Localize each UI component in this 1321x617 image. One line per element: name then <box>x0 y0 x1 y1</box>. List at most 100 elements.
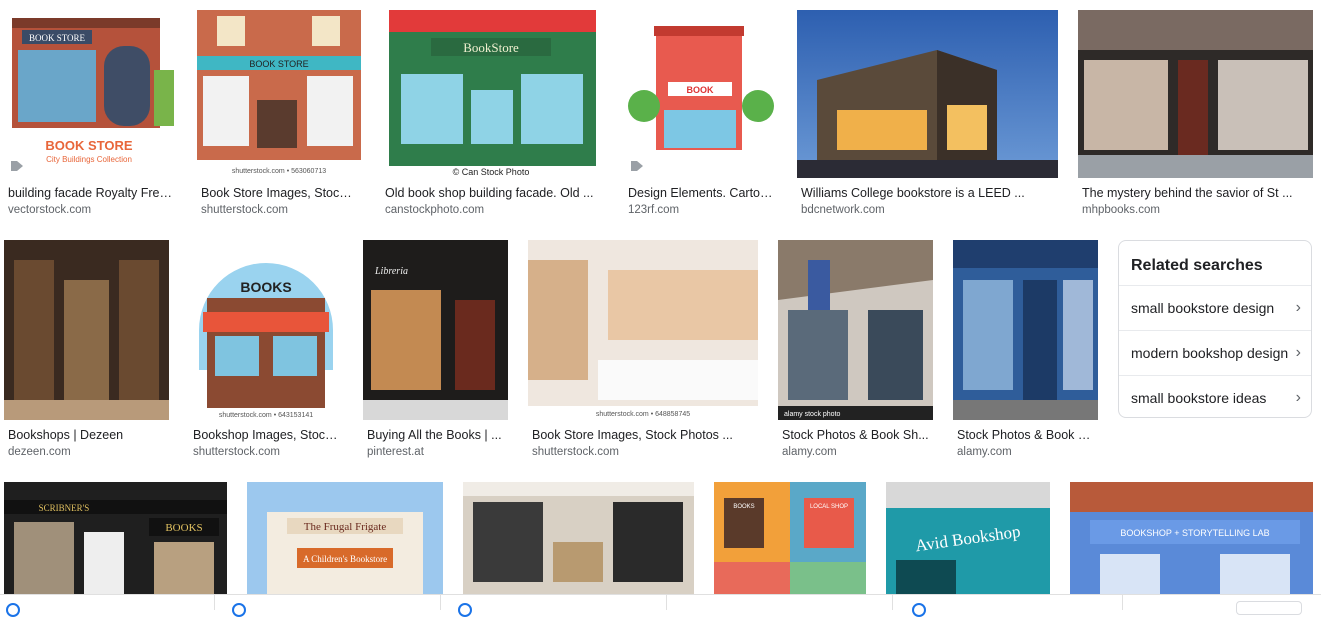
thumb-label: Libreria <box>374 266 408 277</box>
toolbar-segment <box>666 595 893 610</box>
related-search-label: small bookstore design <box>1131 300 1275 316</box>
thumb-label: BOOKSHOP + STORYTELLING LAB <box>1120 528 1269 538</box>
bookstore-facade-illustration: BOOK <box>624 10 777 178</box>
result-caption[interactable]: Old book shop building facade. Old ... <box>385 186 600 200</box>
result-source: alamy.com <box>957 446 1012 458</box>
image-result[interactable]: BOOKSHOP + STORYTELLING LAB <box>1070 482 1313 594</box>
result-caption[interactable]: building facade Royalty Free... <box>8 186 174 200</box>
modern-bookstore-photo <box>797 10 1058 178</box>
image-result[interactable]: BOOK STORE shutterstock.com • 563060713 … <box>197 10 361 220</box>
image-result[interactable]: BookStore © Can Stock Photo Old book sho… <box>381 10 604 220</box>
toolbar-segment <box>214 595 441 610</box>
thumb-sublabel: LOCAL SHOP <box>810 504 848 510</box>
image-result[interactable]: BOOKS shutterstock.com • 643153141 Books… <box>189 240 343 462</box>
image-result[interactable]: Libreria Buying All the Books | ... pint… <box>363 240 508 462</box>
result-source: shutterstock.com <box>193 446 280 458</box>
image-result[interactable]: BOOKS LOCAL SHOP <box>714 482 866 594</box>
thumb-label: BookStore <box>463 40 519 55</box>
loading-spinner-icon <box>912 603 926 617</box>
thumbnail[interactable]: BOOK STORE shutterstock.com • 563060713 <box>197 10 361 178</box>
related-search-item[interactable]: modern bookshop design › <box>1119 330 1311 375</box>
teal-bookshop-storefront-photo: Avid Bookshop <box>886 482 1050 594</box>
image-result[interactable]: Stock Photos & Book S... alamy.com <box>953 240 1098 462</box>
image-result[interactable]: shutterstock.com • 648858745 Book Store … <box>528 240 758 462</box>
result-caption[interactable]: Bookshop Images, Stock... <box>193 428 339 442</box>
thumbnail[interactable] <box>797 10 1058 178</box>
image-result[interactable]: BOOK STORE BOOK STORE City Buildings Col… <box>4 10 178 220</box>
result-caption[interactable]: Book Store Images, Stock ... <box>201 186 357 200</box>
bookshop-illustration: BOOKS shutterstock.com • 643153141 <box>189 240 343 420</box>
thumb-watermark: © Can Stock Photo <box>453 167 530 177</box>
result-source: bdcnetwork.com <box>801 204 885 216</box>
bookstore-facade-illustration: BOOK STORE BOOK STORE City Buildings Col… <box>4 10 178 178</box>
thumb-label: BOOKS <box>240 279 291 295</box>
thumbnail[interactable]: Avid Bookshop <box>886 482 1050 594</box>
toolbar-segment <box>0 595 215 610</box>
thumbnail[interactable]: BOOK <box>624 10 777 178</box>
result-caption[interactable]: Stock Photos & Book S... <box>957 428 1094 442</box>
thumbnail[interactable]: BOOKSHOP + STORYTELLING LAB <box>1070 482 1313 594</box>
thumbnail[interactable]: The Frugal Frigate A Children's Bookstor… <box>247 482 443 594</box>
thumbnail[interactable]: alamy stock photo <box>778 240 933 420</box>
chevron-right-icon: › <box>1295 299 1301 316</box>
result-source: shutterstock.com <box>201 204 288 216</box>
image-result[interactable]: alamy stock photo Stock Photos & Book Sh… <box>778 240 933 462</box>
image-result[interactable]: Williams College bookstore is a LEED ...… <box>797 10 1058 220</box>
bookshop-storefront-photo <box>1078 10 1313 178</box>
result-source: vectorstock.com <box>8 204 92 216</box>
thumb-sublabel: A Children's Bookstore <box>303 554 387 564</box>
result-caption[interactable]: Bookshops | Dezeen <box>8 428 165 442</box>
thumbnail[interactable] <box>463 482 694 594</box>
thumbnail[interactable]: BOOK STORE BOOK STORE City Buildings Col… <box>4 10 178 178</box>
image-result[interactable]: The Frugal Frigate A Children's Bookstor… <box>247 482 443 594</box>
thumb-watermark: shutterstock.com • 648858745 <box>596 411 690 418</box>
related-search-item[interactable]: small bookstore design › <box>1119 285 1311 330</box>
thumb-label: The Frugal Frigate <box>304 521 387 533</box>
shop-icons-illustration: BOOKS LOCAL SHOP <box>714 482 866 594</box>
thumbnail[interactable] <box>953 240 1098 420</box>
chevron-right-icon: › <box>1295 344 1301 361</box>
thumbnail[interactable] <box>4 240 169 420</box>
blue-bookshop-storefront-photo <box>953 240 1098 420</box>
toolbar-button[interactable] <box>1236 601 1302 615</box>
result-source: shutterstock.com <box>532 446 619 458</box>
result-caption[interactable]: Williams College bookstore is a LEED ... <box>801 186 1054 200</box>
toolbar-segment <box>440 595 667 610</box>
image-result[interactable]: Avid Bookshop <box>886 482 1050 594</box>
bookstore-facade-illustration: BOOK STORE shutterstock.com • 563060713 <box>197 10 361 178</box>
bookshop-entrance-photo: alamy stock photo <box>778 240 933 420</box>
related-searches-title: Related searches <box>1131 257 1263 274</box>
result-caption[interactable]: Book Store Images, Stock Photos ... <box>532 428 754 442</box>
result-source: pinterest.at <box>367 446 424 458</box>
image-result[interactable]: The mystery behind the savior of St ... … <box>1078 10 1313 220</box>
tag-icon <box>631 161 643 171</box>
image-result[interactable] <box>463 482 694 594</box>
thumb-label: BOOK STORE <box>249 59 308 69</box>
thumbnail[interactable]: shutterstock.com • 648858745 <box>528 240 758 420</box>
result-caption[interactable]: Design Elements. Cartoo... <box>628 186 773 200</box>
image-result[interactable]: BOOK Design Elements. Cartoo... 123rf.co… <box>624 10 777 220</box>
thumbnail[interactable] <box>1078 10 1313 178</box>
bookshop-storefront-photo: SCRIBNER'S BOOKS <box>4 482 227 594</box>
result-source: alamy.com <box>782 446 837 458</box>
thumbnail[interactable]: SCRIBNER'S BOOKS <box>4 482 227 594</box>
result-source: canstockphoto.com <box>385 204 485 216</box>
image-result[interactable]: SCRIBNER'S BOOKS <box>4 482 227 594</box>
thumbnail[interactable]: BookStore © Can Stock Photo <box>381 10 604 178</box>
result-source: dezeen.com <box>8 446 71 458</box>
blue-bookshop-storefront-photo: BOOKSHOP + STORYTELLING LAB <box>1070 482 1313 594</box>
chevron-right-icon: › <box>1295 389 1301 406</box>
thumbnail[interactable]: BOOKS LOCAL SHOP <box>714 482 866 594</box>
result-caption[interactable]: Buying All the Books | ... <box>367 428 504 442</box>
result-caption[interactable]: The mystery behind the savior of St ... <box>1082 186 1309 200</box>
loading-spinner-icon <box>6 603 20 617</box>
thumbnail[interactable]: Libreria <box>363 240 508 420</box>
thumb-sublabel: BOOKS <box>165 522 202 534</box>
related-search-label: small bookstore ideas <box>1131 390 1267 406</box>
thumbnail[interactable]: BOOKS shutterstock.com • 643153141 <box>189 240 343 420</box>
bookstore-facade-illustration: BookStore © Can Stock Photo <box>381 10 604 178</box>
result-caption[interactable]: Stock Photos & Book Sh... <box>782 428 929 442</box>
related-search-item[interactable]: small bookstore ideas › <box>1119 375 1311 417</box>
thumb-watermark: shutterstock.com • 563060713 <box>232 168 326 175</box>
image-result[interactable]: Bookshops | Dezeen dezeen.com <box>4 240 169 462</box>
